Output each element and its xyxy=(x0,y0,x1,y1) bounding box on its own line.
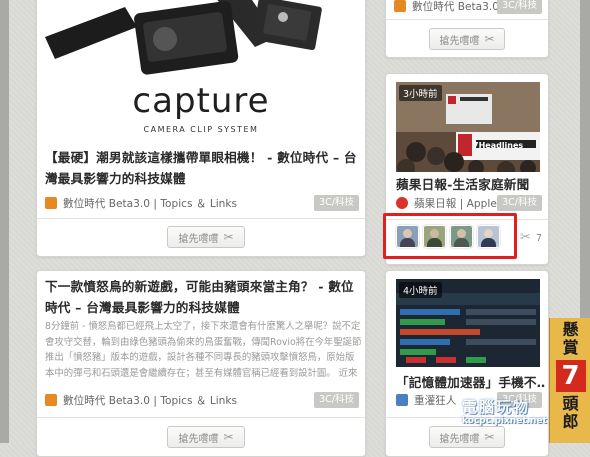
card-divider xyxy=(37,417,365,418)
grab-taste-button[interactable]: 搶先嚐嚐 ✂ xyxy=(429,28,505,50)
category-badge[interactable]: 3C/科技 xyxy=(497,0,542,14)
source-logo-icon xyxy=(45,394,57,406)
highlight-box xyxy=(383,213,517,259)
scissors-icon: ✂ xyxy=(223,230,234,244)
source-logo-icon xyxy=(45,197,57,209)
scissors-icon[interactable]: ✂ xyxy=(520,230,531,245)
article-excerpt: 8分鐘前 - 憤怒鳥都已經飛上太空了，接下來還會有什麼驚人之舉呢？說不定會攻守交… xyxy=(45,321,362,379)
avatar-count: 7 xyxy=(536,233,543,244)
left-frame xyxy=(0,0,9,443)
image-brand-text: capture xyxy=(132,81,270,121)
watermark: 電腦玩物 kocpc.pixnet.net xyxy=(462,398,547,426)
article-image[interactable]: 4小時前 xyxy=(396,279,540,367)
article-source[interactable]: 數位時代 Beta3.0 | Topics ＆ Links xyxy=(45,391,285,409)
time-badge: 4小時前 xyxy=(399,282,442,298)
source-logo-icon xyxy=(394,0,406,12)
article-image[interactable]: 3小時前 7Headlines xyxy=(396,82,540,172)
article-card-top-right[interactable]: 數位時代 Beta3.0 ... 3C/科技 搶先嚐嚐 ✂ xyxy=(385,0,549,58)
article-title[interactable]: 「記憶體加速器」手機不… xyxy=(396,372,546,393)
image-logo-text: 7Headlines xyxy=(473,141,524,150)
blogger-logo-icon xyxy=(396,394,408,406)
category-badge[interactable]: 3C/科技 xyxy=(497,195,542,211)
category-badge[interactable]: 3C/科技 xyxy=(314,392,359,408)
image-tagline-text: CAMERA CLIP SYSTEM xyxy=(143,125,259,134)
grab-taste-button[interactable]: 搶先嚐嚐 ✂ xyxy=(167,226,245,248)
card-divider xyxy=(37,218,365,219)
article-card-memory-booster[interactable]: 4小時前 「記憶體加速器」手機不… 重灌狂人 3C/科技 搶先嚐嚐 ✂ xyxy=(385,270,549,457)
grab-taste-button[interactable]: 搶先嚐嚐 ✂ xyxy=(167,426,245,448)
time-badge: 3小時前 xyxy=(399,85,442,101)
article-title[interactable]: 【最硬】潮男就該這樣攜帶單眼相機！ - 數位時代 – 台灣最具影響力的科技媒體 xyxy=(45,147,363,189)
camera-clip-image xyxy=(45,0,322,75)
category-badge[interactable]: 3C/科技 xyxy=(314,195,359,211)
card-divider xyxy=(386,19,548,20)
article-image[interactable]: capture CAMERA CLIP SYSTEM xyxy=(45,0,357,145)
grab-taste-button[interactable]: 搶先嚐嚐 ✂ xyxy=(429,426,505,448)
apple-logo-icon xyxy=(396,197,408,209)
article-source[interactable]: 數位時代 Beta3.0 ... xyxy=(394,0,504,15)
article-title[interactable]: 下一款憤怒鳥的新遊戲，可能由豬頭來當主角？ - 數位時代 – 台灣最具影響力的科… xyxy=(45,276,363,318)
article-card-angry-birds[interactable]: 下一款憤怒鳥的新遊戲，可能由豬頭來當主角？ - 數位時代 – 台灣最具影響力的科… xyxy=(36,270,366,457)
scissors-icon: ✂ xyxy=(484,430,495,444)
article-card-capture[interactable]: capture CAMERA CLIP SYSTEM 【最硬】潮男就該這樣攜帶單… xyxy=(36,0,366,257)
article-source[interactable]: 蘋果日報 | Apple ... xyxy=(396,194,508,212)
article-title[interactable]: 蘋果日報-生活家庭新聞 xyxy=(396,174,546,195)
scissors-icon: ✂ xyxy=(484,32,495,46)
scissors-icon: ✂ xyxy=(223,430,234,444)
article-source[interactable]: 數位時代 Beta3.0 | Topics ＆ Links xyxy=(45,194,285,212)
